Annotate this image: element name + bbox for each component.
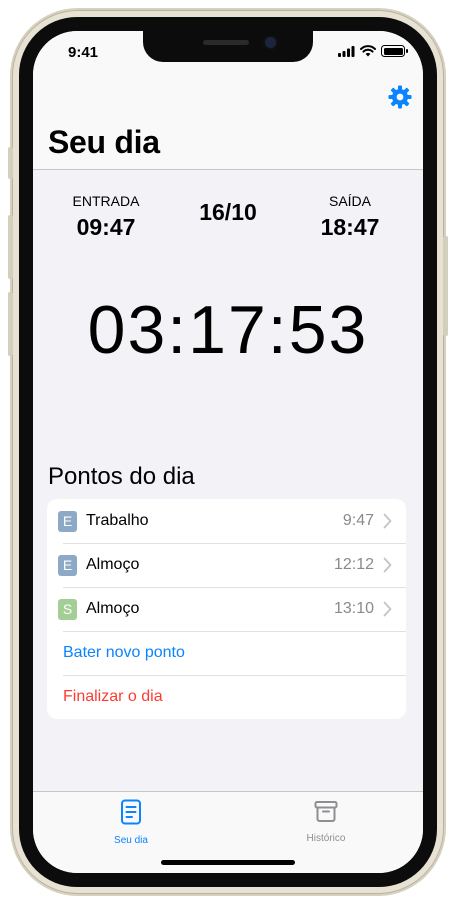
- document-icon: [121, 799, 141, 825]
- saida-time: 18:47: [320, 214, 380, 240]
- entry-type-badge: E: [58, 554, 77, 576]
- battery-icon: [381, 45, 408, 57]
- app-screen: 9:41 Seu dia ENTRADA 09:47 16/10 SAÍDA 1…: [33, 31, 423, 873]
- wifi-icon: [360, 45, 376, 57]
- entry-name: Almoço: [86, 600, 140, 617]
- tab-label: Seu dia: [114, 835, 148, 846]
- entrada-time: 09:47: [76, 214, 136, 240]
- list-item[interactable]: S Almoço 13:10: [47, 587, 406, 631]
- current-date: 16/10: [199, 199, 257, 225]
- power-button: [443, 236, 448, 336]
- device-notch: [143, 31, 313, 62]
- volume-down-button: [8, 292, 13, 356]
- entrada-label: ENTRADA: [72, 193, 140, 209]
- new-point-button[interactable]: Bater novo ponto: [47, 631, 406, 675]
- entry-time: 13:10: [333, 600, 374, 617]
- tab-label: Histórico: [306, 833, 346, 844]
- entry-type-badge: E: [58, 510, 77, 532]
- chevron-right-icon: [383, 513, 392, 529]
- saida-label: SAÍDA: [328, 193, 371, 209]
- page-title: Seu dia: [48, 124, 160, 160]
- entry-name: Trabalho: [86, 512, 149, 529]
- finish-day-button[interactable]: Finalizar o dia: [47, 675, 406, 719]
- section-title: Pontos do dia: [48, 463, 195, 490]
- finish-day-label: Finalizar o dia: [63, 688, 163, 705]
- entry-time: 12:12: [333, 556, 374, 573]
- entry-time: 9:47: [342, 512, 374, 529]
- tab-historico[interactable]: Histórico: [266, 799, 386, 844]
- chevron-right-icon: [383, 557, 392, 573]
- entrada-block: ENTRADA 09:47: [56, 193, 156, 241]
- archive-box-icon: [314, 801, 338, 822]
- tab-seu-dia[interactable]: Seu dia: [71, 799, 191, 846]
- list-item[interactable]: E Almoço 12:12: [47, 543, 406, 587]
- cellular-signal-icon: [338, 45, 355, 57]
- entry-type-badge: S: [58, 598, 77, 620]
- new-point-label: Bater novo ponto: [63, 644, 185, 661]
- entry-name: Almoço: [86, 556, 140, 573]
- elapsed-timer: 03:17:53: [87, 292, 369, 368]
- volume-up-button: [8, 215, 13, 279]
- home-indicator: [161, 860, 295, 865]
- silent-switch: [8, 147, 13, 179]
- chevron-right-icon: [383, 601, 392, 617]
- points-list: E Trabalho 9:47 E Almoço 12:12 S Almoço …: [47, 499, 406, 719]
- status-time: 9:41: [68, 44, 99, 61]
- saida-block: SAÍDA 18:47: [300, 193, 400, 241]
- status-icons: [338, 45, 408, 57]
- settings-gear-icon[interactable]: [388, 85, 412, 109]
- list-item[interactable]: E Trabalho 9:47: [47, 499, 406, 543]
